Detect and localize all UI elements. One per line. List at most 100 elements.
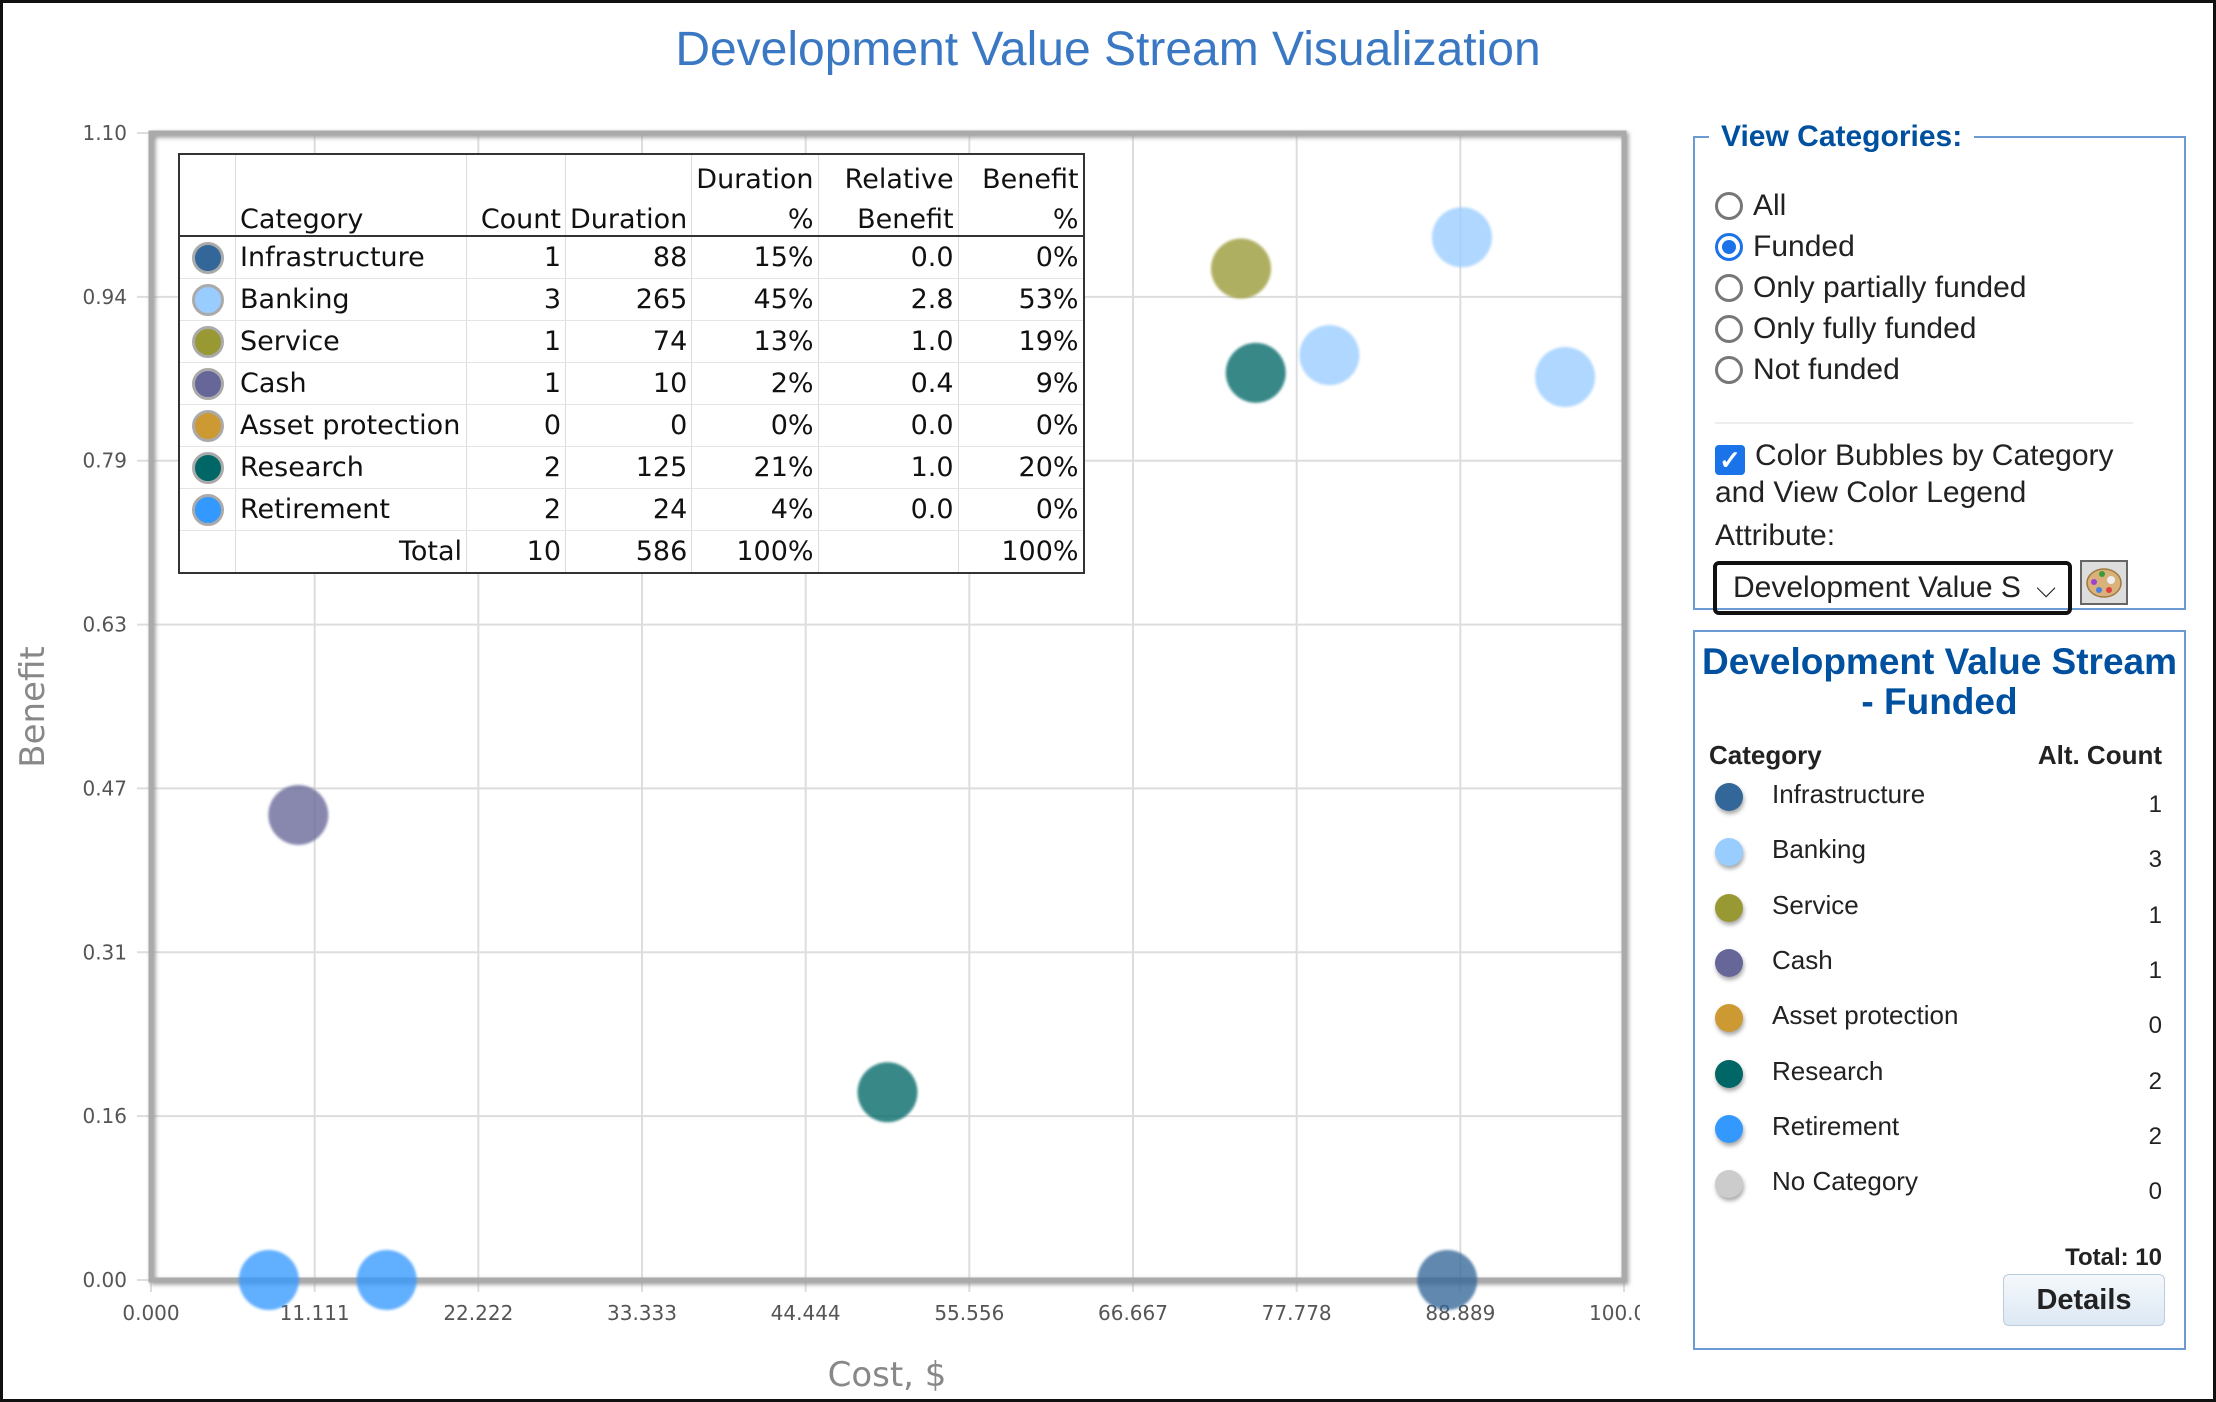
bubble-banking[interactable] — [1535, 346, 1596, 407]
category-cell: Service — [235, 320, 467, 363]
header-cell — [178, 195, 236, 237]
legend-category-header: Category — [1709, 740, 1822, 770]
legend-count: 1 — [2148, 956, 2162, 984]
legend-item: No Category 0 — [1695, 1164, 2184, 1219]
bubble-retirement[interactable] — [238, 1250, 299, 1310]
relative-benefit-cell: 1.0 — [817, 320, 959, 363]
radio-option[interactable]: Funded — [1715, 227, 1855, 267]
duration-cell: 265 — [564, 278, 692, 321]
color-bubbles-checkbox-row[interactable]: ✓ Color Bubbles by Category and View Colo… — [1715, 438, 2155, 511]
header-duration-pct-top: Duration — [691, 154, 819, 195]
radio-button[interactable] — [1715, 233, 1743, 261]
radio-button[interactable] — [1715, 192, 1743, 220]
legend-label: Asset protection — [1772, 1000, 1959, 1031]
color-legend-panel: Development Value Stream - Funded Catego… — [1693, 630, 2186, 1350]
category-color-dot — [178, 404, 236, 447]
color-swatch-icon — [191, 451, 224, 484]
summary-table: Duration Relative Benefit Category Count… — [178, 153, 1085, 574]
radio-label: Not funded — [1753, 353, 1900, 386]
color-bubbles-label: Color Bubbles by Category and View Color… — [1715, 439, 2114, 509]
duration-pct-cell: 4% — [691, 488, 819, 531]
relative-benefit-cell: 1.0 — [817, 446, 959, 489]
benefit-pct-cell: 0% — [957, 404, 1084, 447]
radio-option[interactable]: Not funded — [1715, 350, 1900, 390]
header-cell — [235, 154, 467, 195]
table-row: Research 2 125 21% 1.0 20% — [178, 446, 1084, 489]
category-color-dot — [178, 278, 236, 321]
header-cell — [466, 154, 566, 195]
legend-count: 1 — [2148, 791, 2162, 818]
bubble-banking[interactable] — [1299, 325, 1360, 386]
radio-option[interactable]: Only partially funded — [1715, 268, 2027, 308]
table-row: Cash 1 10 2% 0.4 9% — [178, 362, 1084, 405]
x-tick-label: 77.778 — [1262, 1301, 1332, 1325]
radio-button[interactable] — [1715, 356, 1743, 384]
benefit-pct-cell: 20% — [957, 446, 1084, 489]
table-row: Service 1 74 13% 1.0 19% — [178, 320, 1084, 363]
header-benefit-pct: % — [957, 195, 1084, 237]
total-row: Total 10 586 100% 100% — [178, 530, 1084, 574]
legend-count: 1 — [2148, 901, 2162, 929]
x-tick-label: 66.667 — [1098, 1301, 1168, 1325]
legend-count: 2 — [2148, 1067, 2162, 1095]
bubble-research[interactable] — [1225, 342, 1286, 403]
palette-icon — [2086, 568, 2122, 598]
table-row: Asset protection 0 0 0% 0.0 0% — [178, 404, 1084, 447]
bubble-infrastructure[interactable] — [1417, 1250, 1478, 1310]
header-duration-pct: % — [691, 195, 819, 237]
category-color-dot — [178, 446, 236, 489]
radio-option[interactable]: All — [1715, 186, 1786, 226]
color-swatch-icon — [191, 367, 224, 400]
y-axis-title: Benefit — [13, 646, 53, 767]
checkbox-checked-icon[interactable]: ✓ — [1715, 445, 1745, 475]
x-tick-label: 100.00 — [1589, 1301, 1659, 1325]
color-swatch-icon — [191, 241, 224, 274]
radio-button[interactable] — [1715, 274, 1743, 302]
legend-item: Infrastructure 1 — [1695, 777, 2184, 832]
total-duration-pct: 100% — [691, 530, 819, 574]
legend-color-icon — [1715, 893, 1743, 922]
total-relative-benefit — [817, 530, 959, 574]
relative-benefit-cell: 0.0 — [817, 488, 959, 531]
benefit-pct-cell: 0% — [957, 488, 1084, 531]
bubble-banking[interactable] — [1431, 207, 1492, 268]
category-color-dot — [178, 236, 236, 279]
palette-button[interactable] — [2080, 560, 2128, 605]
legend-color-icon — [1715, 1170, 1743, 1199]
radio-option[interactable]: Only fully funded — [1715, 309, 1976, 349]
attribute-select[interactable]: Development Value S ⌵ — [1713, 561, 2072, 615]
legend-count: 3 — [2148, 846, 2162, 874]
bubble-research[interactable] — [857, 1062, 918, 1123]
legend-item: Research 2 — [1695, 1054, 2184, 1109]
count-cell: 1 — [466, 362, 566, 405]
legend-color-icon — [1715, 948, 1743, 977]
category-color-dot — [178, 488, 236, 531]
legend-count-header: Alt. Count — [2037, 740, 2162, 770]
bubble-service[interactable] — [1211, 238, 1272, 299]
empty-cell — [178, 530, 236, 574]
y-tick-label: 0.63 — [82, 613, 127, 637]
legend-item: Service 1 — [1695, 888, 2184, 943]
bubble-retirement[interactable] — [356, 1250, 417, 1310]
duration-pct-cell: 13% — [691, 320, 819, 363]
bubble-cash[interactable] — [268, 784, 329, 845]
color-swatch-icon — [191, 325, 224, 358]
radio-button[interactable] — [1715, 315, 1743, 343]
legend-label: Banking — [1772, 834, 1866, 865]
x-tick-label: 0.000 — [122, 1301, 179, 1325]
category-cell: Research — [235, 446, 467, 489]
duration-cell: 88 — [564, 236, 692, 279]
x-tick-label: 33.333 — [607, 1301, 677, 1325]
duration-cell: 0 — [564, 404, 692, 447]
x-tick-label: 22.222 — [443, 1301, 513, 1325]
attribute-select-value: Development Value S — [1733, 571, 2021, 604]
color-swatch-icon — [191, 409, 224, 442]
chevron-down-icon: ⌵ — [2036, 573, 2056, 603]
header-duration: Duration — [564, 195, 692, 237]
count-cell: 0 — [466, 404, 566, 447]
legend-item: Asset protection 0 — [1695, 998, 2184, 1053]
view-categories-legend: View Categories: — [1721, 120, 1963, 153]
legend-label: Retirement — [1772, 1110, 1900, 1141]
details-button[interactable]: Details — [2003, 1274, 2165, 1326]
total-benefit-pct: 100% — [957, 530, 1084, 574]
